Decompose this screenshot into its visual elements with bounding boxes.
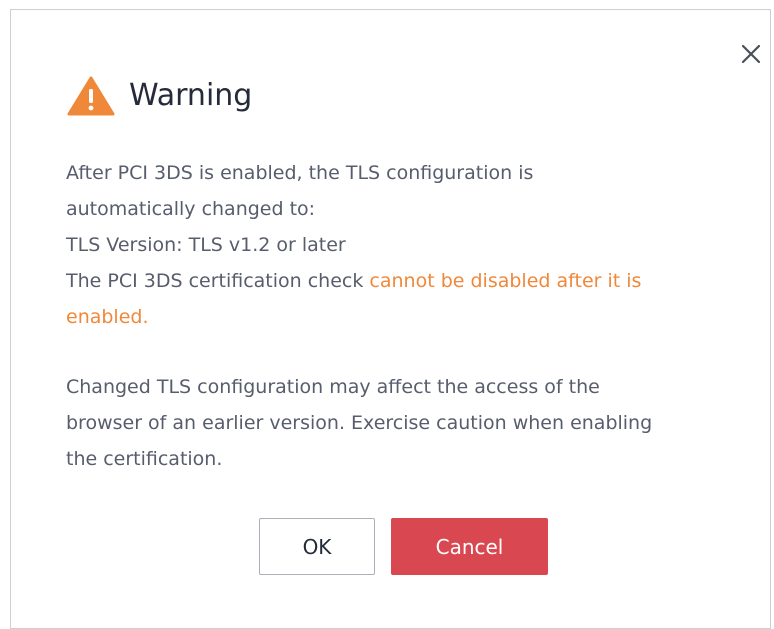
close-button[interactable] <box>739 42 767 70</box>
message-line: browser of an earlier version. Exercise … <box>66 412 653 434</box>
warning-triangle-icon <box>67 76 115 116</box>
highlighted-warning-text: enabled. <box>66 306 149 328</box>
ok-button[interactable]: OK <box>259 518 375 575</box>
warning-dialog: Warning After PCI 3DS is enabled, the TL… <box>10 9 771 629</box>
message-line: the certification. <box>66 448 223 470</box>
message-line: automatically changed to: <box>66 198 316 220</box>
highlighted-warning-text: cannot be disabled after it is <box>369 270 642 292</box>
message-line: After PCI 3DS is enabled, the TLS config… <box>66 162 534 184</box>
message-line: Changed TLS configuration may affect the… <box>66 376 600 398</box>
close-icon <box>741 44 761 64</box>
dialog-message: After PCI 3DS is enabled, the TLS config… <box>66 155 746 477</box>
message-line: TLS Version: TLS v1.2 or later <box>66 234 346 256</box>
dialog-title: Warning <box>129 78 253 113</box>
dialog-header: Warning <box>67 68 252 124</box>
message-line: The PCI 3DS certification check cannot b… <box>66 263 746 299</box>
cancel-button[interactable]: Cancel <box>391 518 548 575</box>
message-text: The PCI 3DS certification check <box>66 270 370 292</box>
message-line: enabled. <box>66 299 746 335</box>
